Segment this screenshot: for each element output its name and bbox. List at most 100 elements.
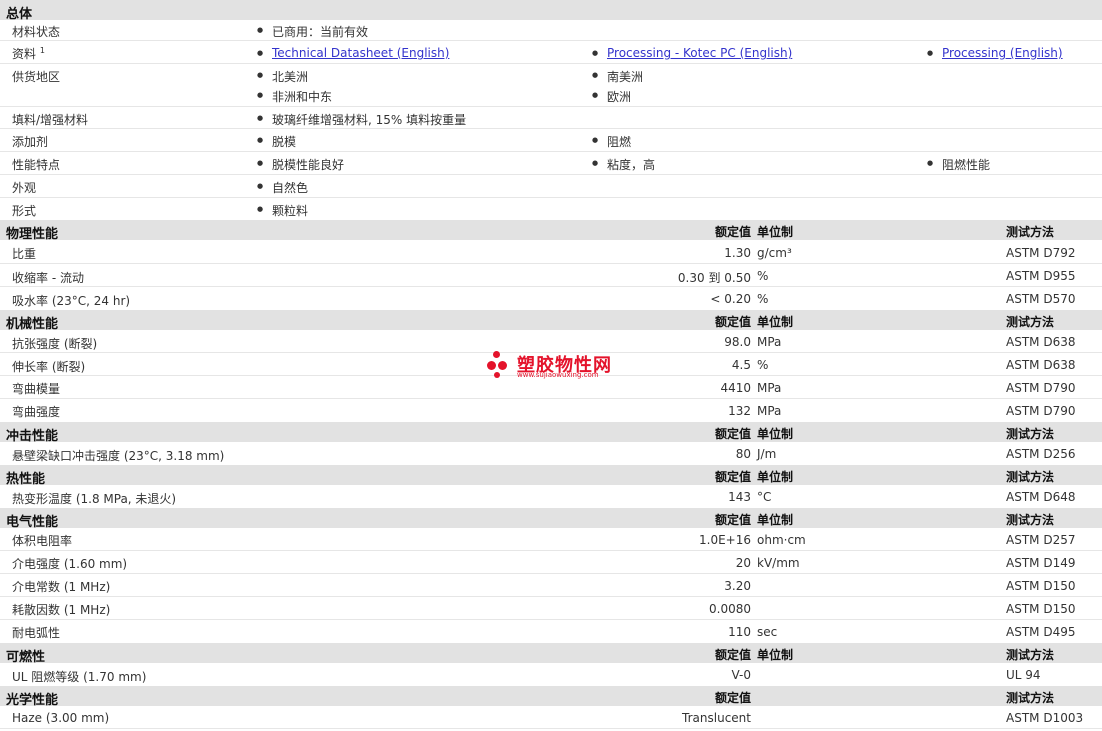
property-row: 吸水率 (23°C, 24 hr) < 0.20 % ASTM D570 xyxy=(0,287,1102,310)
property-method: ASTM D150 xyxy=(1006,602,1076,616)
row-label: 形式 xyxy=(12,204,37,218)
col-header-unit: 单位制 xyxy=(757,513,794,527)
col-header-unit: 单位制 xyxy=(757,225,794,239)
doc-link-item: Processing (English) xyxy=(927,46,1063,60)
list-item: 阻燃 xyxy=(592,133,631,150)
property-value: 143 xyxy=(728,490,751,504)
property-row: Haze (3.00 mm) Translucent ASTM D1003 xyxy=(0,706,1102,729)
property-method: ASTM D257 xyxy=(1006,533,1076,547)
property-label: 耐电弧性 xyxy=(12,626,61,640)
processing-link[interactable]: Processing (English) xyxy=(942,46,1063,60)
property-row: 热变形温度 (1.8 MPa, 未退火) 143 °C ASTM D648 xyxy=(0,485,1102,508)
col-header-value: 额定值 xyxy=(714,315,751,329)
property-row: UL 阻燃等级 (1.70 mm) V-0 UL 94 xyxy=(0,663,1102,686)
property-unit: % xyxy=(757,292,769,306)
property-label: 介电强度 (1.60 mm) xyxy=(12,557,128,571)
row-label: 外观 xyxy=(12,181,37,195)
property-value: 1.0E+16 xyxy=(699,533,751,547)
property-method: ASTM D1003 xyxy=(1006,711,1084,725)
property-row: 耐电弧性 110 sec ASTM D495 xyxy=(0,620,1102,643)
property-row: 体积电阻率 1.0E+16 ohm·cm ASTM D257 xyxy=(0,528,1102,551)
property-unit: °C xyxy=(757,490,772,504)
property-unit: MPa xyxy=(757,404,782,418)
property-label: 耗散因数 (1 MHz) xyxy=(12,603,111,617)
col-header-method: 测试方法 xyxy=(1006,691,1055,705)
row-label: 材料状态 xyxy=(12,25,61,39)
section-header-electrical: 电气性能 额定值 单位制 测试方法 xyxy=(0,508,1102,530)
section-header-physical: 物理性能 额定值 单位制 测试方法 xyxy=(0,220,1102,242)
col-header-method: 测试方法 xyxy=(1006,513,1055,527)
property-value: 80 xyxy=(735,447,751,461)
property-value: V-0 xyxy=(731,668,751,682)
property-unit: kV/mm xyxy=(757,556,800,570)
technical-datasheet-link[interactable]: Technical Datasheet (English) xyxy=(272,46,449,60)
property-row: 悬壁梁缺口冲击强度 (23°C, 3.18 mm) 80 J/m ASTM D2… xyxy=(0,442,1102,465)
property-value: 0.0080 xyxy=(709,602,751,616)
property-row: 比重 1.30 g/cm³ ASTM D792 xyxy=(0,240,1102,264)
row-features: 性能特点 脱模性能良好 粘度，高 阻燃性能 xyxy=(0,152,1102,175)
section-header-general: 总体 xyxy=(0,0,1102,22)
property-value: 4.5 xyxy=(731,358,751,372)
col-header-value: 额定值 xyxy=(714,427,751,441)
list-item: 脱模 xyxy=(257,133,296,150)
row-label: 供货地区 xyxy=(12,70,61,84)
col-header-value: 额定值 xyxy=(714,691,751,705)
row-additives: 添加剂 脱模 阻燃 xyxy=(0,129,1102,152)
col-header-value: 额定值 xyxy=(714,225,751,239)
property-label: 悬壁梁缺口冲击强度 (23°C, 3.18 mm) xyxy=(12,449,225,463)
list-item: 颗粒料 xyxy=(257,202,308,219)
section-header-thermal: 热性能 额定值 单位制 测试方法 xyxy=(0,465,1102,487)
list-item: 脱模性能良好 xyxy=(257,156,344,173)
list-item: 粘度，高 xyxy=(592,156,655,173)
row-label: 资料 1 xyxy=(12,46,45,61)
property-unit: MPa xyxy=(757,381,782,395)
property-method: ASTM D790 xyxy=(1006,381,1076,395)
property-label: UL 阻燃等级 (1.70 mm) xyxy=(12,670,147,684)
property-method: ASTM D792 xyxy=(1006,246,1076,260)
property-unit: % xyxy=(757,269,769,283)
row-label: 填料/增强材料 xyxy=(12,113,89,127)
property-row: 介电常数 (1 MHz) 3.20 ASTM D150 xyxy=(0,574,1102,597)
property-value: 98.0 xyxy=(724,335,751,349)
list-item: 北美洲 xyxy=(257,68,308,85)
row-label: 添加剂 xyxy=(12,135,49,149)
property-method: ASTM D570 xyxy=(1006,292,1076,306)
property-value: 0.30 到 0.50 xyxy=(677,271,751,285)
property-label: 体积电阻率 xyxy=(12,534,73,548)
list-item: 欧洲 xyxy=(592,88,631,105)
property-unit: MPa xyxy=(757,335,782,349)
col-header-method: 测试方法 xyxy=(1006,648,1055,662)
list-item: 南美洲 xyxy=(592,68,643,85)
property-label: 介电常数 (1 MHz) xyxy=(12,580,111,594)
property-method: ASTM D790 xyxy=(1006,404,1076,418)
property-method: UL 94 xyxy=(1006,668,1041,682)
row-status: 材料状态 已商用：当前有效 xyxy=(0,20,1102,41)
property-unit: J/m xyxy=(757,447,777,461)
property-value: 20 xyxy=(735,556,751,570)
col-header-unit: 单位制 xyxy=(757,315,794,329)
row-label: 性能特点 xyxy=(12,158,61,172)
property-label: 抗张强度 (断裂) xyxy=(12,337,98,351)
property-method: ASTM D149 xyxy=(1006,556,1076,570)
col-header-method: 测试方法 xyxy=(1006,315,1055,329)
property-label: 伸长率 (断裂) xyxy=(12,360,86,374)
property-value: 3.20 xyxy=(724,579,751,593)
property-label: 热变形温度 (1.8 MPa, 未退火) xyxy=(12,492,177,506)
property-label: Haze (3.00 mm) xyxy=(12,711,110,725)
col-header-value: 额定值 xyxy=(714,513,751,527)
col-header-unit: 单位制 xyxy=(757,470,794,484)
col-header-method: 测试方法 xyxy=(1006,225,1055,239)
property-value: Translucent xyxy=(682,711,751,725)
section-header-impact: 冲击性能 额定值 单位制 测试方法 xyxy=(0,422,1102,444)
section-header-optical: 光学性能 额定值 测试方法 xyxy=(0,686,1102,708)
row-filler: 填料/增强材料 玻璃纤维增强材料, 15% 填料按重量 xyxy=(0,107,1102,129)
doc-link-item: Technical Datasheet (English) xyxy=(257,46,449,60)
col-header-value: 额定值 xyxy=(714,470,751,484)
property-label: 比重 xyxy=(12,247,37,261)
row-appearance: 外观 自然色 xyxy=(0,175,1102,198)
property-value: < 0.20 xyxy=(710,292,751,306)
watermark-logo: 塑胶物性网 www.sujiaowuxing.com xyxy=(487,349,617,383)
property-value: 132 xyxy=(728,404,751,418)
processing-kotec-link[interactable]: Processing - Kotec PC (English) xyxy=(607,46,792,60)
section-header-flammability: 可燃性 额定值 单位制 测试方法 xyxy=(0,643,1102,665)
